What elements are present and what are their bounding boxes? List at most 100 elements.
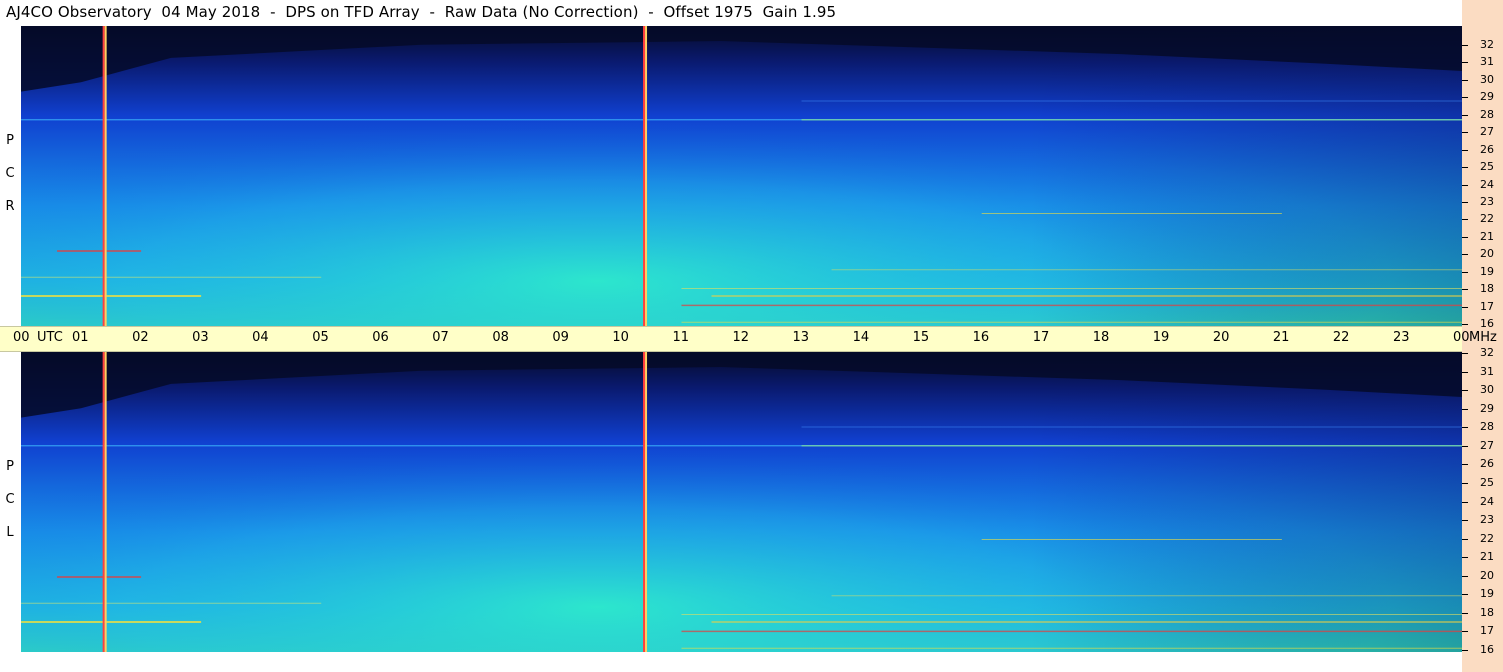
freq-tick-label: 24 — [1480, 177, 1494, 191]
freq-tick — [1462, 408, 1468, 410]
freq-tick — [1462, 557, 1468, 559]
time-tick-label: 08 — [492, 330, 509, 345]
time-tick-label: 13 — [792, 330, 810, 345]
time-tick-label: 05 — [312, 330, 329, 345]
freq-tick — [1462, 97, 1468, 99]
freq-tick — [1462, 254, 1468, 256]
freq-tick-label: 32 — [1480, 346, 1494, 359]
lcp-spectrogram-svg — [21, 352, 1462, 652]
freq-tick — [1462, 501, 1468, 503]
freq-tick — [1462, 612, 1468, 614]
freq-tick-label: 24 — [1480, 494, 1494, 508]
time-tick-label: 19 — [1152, 330, 1170, 345]
freq-tick — [1462, 114, 1468, 116]
freq-tick-label: 17 — [1480, 299, 1494, 313]
time-tick-label: 10 — [612, 330, 629, 345]
freq-tick-label: 26 — [1480, 457, 1494, 471]
time-tick-label: 20 — [1212, 330, 1230, 345]
lcp-letter-c: C — [5, 492, 15, 507]
freq-tick — [1462, 575, 1468, 577]
time-axis-bar — [0, 326, 1462, 352]
freq-tick-label: 28 — [1480, 107, 1494, 121]
time-tick-label: 06 — [372, 330, 389, 345]
freq-tick — [1462, 167, 1468, 169]
freq-tick-label: 18 — [1480, 282, 1494, 296]
freq-tick — [1462, 45, 1468, 46]
freq-tick-label: 25 — [1480, 160, 1494, 174]
time-tick-label: 12 — [732, 330, 750, 345]
freq-tick — [1462, 236, 1468, 238]
freq-tick-label: 22 — [1480, 212, 1494, 226]
freq-tick — [1462, 219, 1468, 221]
time-tick-label: 04 — [252, 330, 269, 345]
freq-tick-label: 27 — [1480, 438, 1494, 452]
time-tick-label: 11 — [672, 330, 689, 345]
freq-tick — [1462, 631, 1468, 633]
freq-tick — [1462, 62, 1468, 64]
freq-tick — [1462, 594, 1468, 596]
chart-title: AJ4CO Observatory 04 May 2018 - DPS on T… — [6, 3, 837, 21]
freq-tick-label: 31 — [1480, 55, 1494, 69]
lcp-spectrogram — [21, 352, 1462, 652]
freq-tick — [1462, 324, 1468, 325]
freq-tick-label: 22 — [1480, 531, 1494, 545]
freq-tick — [1462, 353, 1468, 354]
freq-tick — [1462, 306, 1468, 308]
freq-tick — [1462, 79, 1468, 81]
freq-tick — [1462, 371, 1468, 373]
freq-tick — [1462, 464, 1468, 466]
freq-tick — [1462, 445, 1468, 447]
freq-tick-label: 31 — [1480, 364, 1494, 378]
time-tick-label: 15 — [912, 330, 930, 345]
freq-tick — [1462, 520, 1468, 522]
freq-tick-label: 32 — [1480, 38, 1494, 51]
freq-tick-label: 26 — [1480, 142, 1494, 156]
freq-tick — [1462, 149, 1468, 151]
time-tick-label: 02 — [132, 330, 149, 345]
freq-tick-label: 20 — [1480, 568, 1494, 582]
freq-tick — [1462, 482, 1468, 484]
freq-tick-label: 19 — [1480, 264, 1494, 278]
freq-tick-label: 16 — [1480, 317, 1494, 330]
rcp-letter-p: P — [6, 133, 14, 148]
freq-tick-label: 25 — [1480, 475, 1494, 489]
time-tick-label: 00 — [13, 330, 30, 345]
freq-tick-label: 27 — [1480, 125, 1494, 139]
time-tick-label: 01 — [72, 330, 89, 345]
rcp-letter-c: C — [5, 166, 15, 181]
freq-tick-label: 17 — [1480, 624, 1494, 638]
rcp-letter-r: R — [5, 199, 15, 214]
time-tick-label: 07 — [432, 330, 449, 345]
freq-tick — [1462, 289, 1468, 291]
time-tick-label: 03 — [192, 330, 209, 345]
freq-tick-label: 20 — [1480, 247, 1494, 261]
freq-tick-label: 19 — [1480, 587, 1494, 601]
lcp-letter-l: L — [6, 525, 14, 540]
freq-tick-label: 30 — [1480, 383, 1494, 397]
lcp-letter-p: P — [6, 459, 14, 474]
lcp-label: P C L — [3, 450, 17, 549]
freq-tick-label: 29 — [1480, 401, 1494, 415]
time-tick-label: 18 — [1092, 330, 1110, 345]
freq-tick — [1462, 271, 1468, 273]
freq-tick-label: 16 — [1480, 643, 1494, 656]
freq-tick-label: 30 — [1480, 72, 1494, 86]
freq-tick — [1462, 132, 1468, 134]
time-tick-label: UTC — [37, 330, 63, 345]
time-tick-label: 14 — [852, 330, 870, 345]
freq-tick — [1462, 390, 1468, 392]
time-tick-label: 16 — [972, 330, 990, 345]
freq-tick-label: 18 — [1480, 605, 1494, 619]
freq-tick — [1462, 650, 1468, 651]
time-tick-label: MHz — [1469, 330, 1497, 345]
time-tick-label: 17 — [1032, 330, 1050, 345]
freq-tick — [1462, 538, 1468, 540]
time-tick-label: 22 — [1332, 330, 1350, 345]
rcp-spectrogram — [21, 26, 1462, 326]
time-tick-label: 21 — [1272, 330, 1290, 345]
freq-tick-label: 28 — [1480, 420, 1494, 434]
time-tick-label: 23 — [1392, 330, 1410, 345]
freq-tick-label: 23 — [1480, 194, 1494, 208]
rcp-spectrogram-svg — [21, 26, 1462, 326]
rcp-label: P C R — [3, 124, 17, 223]
